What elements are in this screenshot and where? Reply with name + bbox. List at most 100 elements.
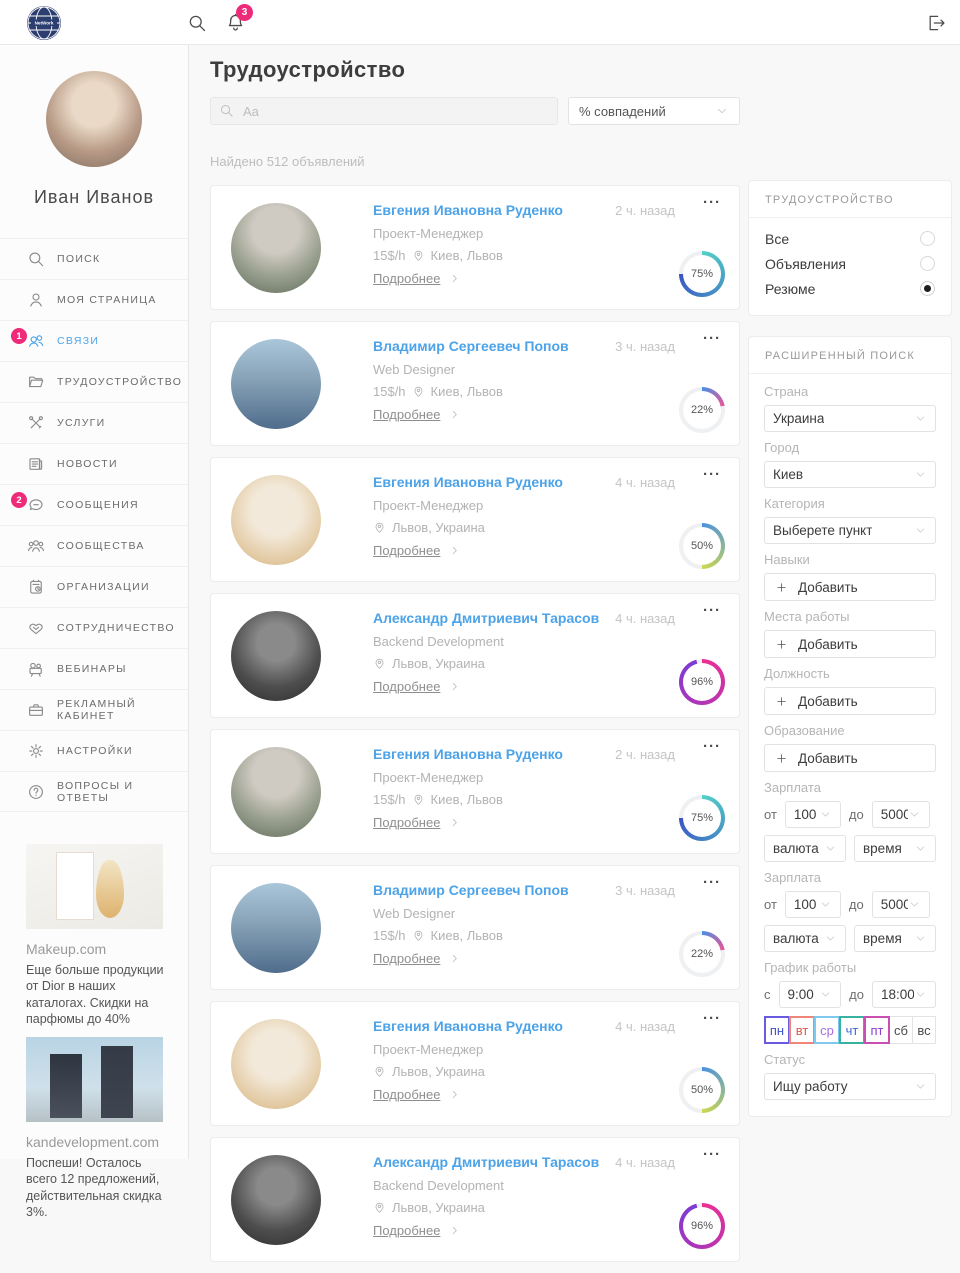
select[interactable]: Украина <box>764 405 936 432</box>
add-button[interactable]: Добавить <box>764 687 936 715</box>
ad-site-link[interactable]: Makeup.com <box>26 941 166 957</box>
sidebar-item-cooperation[interactable]: СОТРУДНИЧЕСТВО <box>0 607 188 648</box>
card-name-link[interactable]: Александр Дмитриевич Тарасов <box>373 610 599 626</box>
add-button[interactable]: Добавить <box>764 573 936 601</box>
radio-button[interactable] <box>920 256 935 271</box>
job-card: Евгения Ивановна РуденкоПроект-Менеджер1… <box>210 729 740 854</box>
select[interactable]: Киев <box>764 461 936 488</box>
details-label: Подробнее <box>373 543 440 558</box>
card-menu-dots[interactable]: ··· <box>703 330 721 347</box>
weekday-toggle-чт[interactable]: чт <box>839 1016 865 1044</box>
sidebar-item-faq[interactable]: ВОПРОСЫ И ОТВЕТЫ <box>0 771 188 812</box>
weekday-toggle-вс[interactable]: вс <box>912 1016 936 1044</box>
sidebar-item-organizations[interactable]: ОРГАНИЗАЦИИ <box>0 566 188 607</box>
card-menu-dots[interactable]: ··· <box>703 194 721 211</box>
card-avatar[interactable] <box>231 475 321 565</box>
select[interactable]: 9:00 <box>779 981 842 1008</box>
select[interactable]: валюта <box>764 925 846 952</box>
select[interactable]: время <box>854 925 936 952</box>
card-name-link[interactable]: Владимир Сергеевеч Попов <box>373 338 569 354</box>
topbar-search-icon[interactable] <box>187 13 207 33</box>
match-ring: 22% <box>679 387 725 433</box>
card-menu-dots[interactable]: ··· <box>703 602 721 619</box>
match-sort-select[interactable]: % совпадений <box>568 97 740 125</box>
add-button[interactable]: Добавить <box>764 630 936 658</box>
perfume-ad-image[interactable] <box>26 844 163 929</box>
select[interactable]: 100 <box>785 891 841 918</box>
profile-avatar[interactable] <box>46 71 142 167</box>
select-value: 18:00 <box>881 987 914 1002</box>
weekday-toggle-ср[interactable]: ср <box>814 1016 840 1044</box>
sidebar-item-label: НАСТРОЙКИ <box>57 745 133 757</box>
weekday-toggle-пн[interactable]: пн <box>764 1016 790 1044</box>
select[interactable]: 5000 <box>872 891 930 918</box>
select[interactable]: 100 <box>785 801 841 828</box>
logout-icon[interactable] <box>926 13 946 33</box>
weekday-toggle-сб[interactable]: сб <box>889 1016 913 1044</box>
card-menu-dots[interactable]: ··· <box>703 738 721 755</box>
card-details-link[interactable]: Подробнее <box>373 679 460 694</box>
card-menu-dots[interactable]: ··· <box>703 466 721 483</box>
sidebar-item-services[interactable]: УСЛУГИ <box>0 402 188 443</box>
filter-type-option[interactable]: Резюме <box>765 276 935 301</box>
buildings-ad-image[interactable] <box>26 1037 163 1122</box>
card-avatar[interactable] <box>231 1019 321 1109</box>
radio-button[interactable] <box>920 231 935 246</box>
card-avatar[interactable] <box>231 339 321 429</box>
filter-type-option[interactable]: Все <box>765 226 935 251</box>
match-ring: 96% <box>679 1203 725 1249</box>
card-details-link[interactable]: Подробнее <box>373 815 460 830</box>
filter-type-option[interactable]: Объявления <box>765 251 935 276</box>
card-details-link[interactable]: Подробнее <box>373 271 460 286</box>
card-avatar[interactable] <box>231 747 321 837</box>
card-avatar[interactable] <box>231 203 321 293</box>
sidebar-item-settings[interactable]: НАСТРОЙКИ <box>0 730 188 771</box>
card-menu-dots[interactable]: ··· <box>703 1146 721 1163</box>
add-button[interactable]: Добавить <box>764 744 936 772</box>
card-role: Web Designer <box>373 362 455 377</box>
card-details-link[interactable]: Подробнее <box>373 1087 460 1102</box>
card-details-link[interactable]: Подробнее <box>373 407 460 422</box>
sidebar-item-webinars[interactable]: ВЕБИНАРЫ <box>0 648 188 689</box>
select[interactable]: 18:00 <box>872 981 936 1008</box>
card-menu-dots[interactable]: ··· <box>703 874 721 891</box>
sidebar-item-news[interactable]: НОВОСТИ <box>0 443 188 484</box>
select[interactable]: 5000 <box>872 801 930 828</box>
card-name-link[interactable]: Евгения Ивановна Руденко <box>373 746 563 762</box>
svg-text:NetWork: NetWork <box>35 21 54 26</box>
sidebar-item-search[interactable]: ПОИСК <box>0 238 188 279</box>
card-name-link[interactable]: Александр Дмитриевич Тарасов <box>373 1154 599 1170</box>
case-icon <box>27 701 45 719</box>
card-name-link[interactable]: Владимир Сергеевеч Попов <box>373 882 569 898</box>
ad-site-link[interactable]: kandevelopment.com <box>26 1134 166 1150</box>
card-name-link[interactable]: Евгения Ивановна Руденко <box>373 202 563 218</box>
search-input[interactable] <box>210 97 558 125</box>
select-value: валюта <box>773 841 819 856</box>
card-avatar[interactable] <box>231 611 321 701</box>
sidebar-item-employment[interactable]: ТРУДОУСТРОЙСТВО <box>0 361 188 402</box>
chevron-down-icon <box>914 842 927 855</box>
card-avatar[interactable] <box>231 883 321 973</box>
card-details-link[interactable]: Подробнее <box>373 951 460 966</box>
card-menu-dots[interactable]: ··· <box>703 1010 721 1027</box>
chevron-right-icon <box>449 681 460 692</box>
sidebar-item-connections[interactable]: 1СВЯЗИ <box>0 320 188 361</box>
weekday-toggle-пт[interactable]: пт <box>864 1016 890 1044</box>
card-name-link[interactable]: Евгения Ивановна Руденко <box>373 1018 563 1034</box>
sidebar-item-communities[interactable]: СООБЩЕСТВА <box>0 525 188 566</box>
select[interactable]: время <box>854 835 936 862</box>
card-avatar[interactable] <box>231 1155 321 1245</box>
sidebar-item-my-page[interactable]: МОЯ СТРАНИЦА <box>0 279 188 320</box>
radio-button[interactable] <box>920 281 935 296</box>
notification-badge: 1 <box>11 328 27 344</box>
select[interactable]: Ищу работу <box>764 1073 936 1100</box>
card-name-link[interactable]: Евгения Ивановна Руденко <box>373 474 563 490</box>
weekday-toggle-вт[interactable]: вт <box>789 1016 815 1044</box>
network-logo-icon[interactable]: NetWork <box>26 5 62 41</box>
select[interactable]: Выберете пункт <box>764 517 936 544</box>
sidebar-item-ad-cabinet[interactable]: РЕКЛАМНЫЙ КАБИНЕТ <box>0 689 188 730</box>
card-details-link[interactable]: Подробнее <box>373 1223 460 1238</box>
select[interactable]: валюта <box>764 835 846 862</box>
sidebar-item-messages[interactable]: 2СООБЩЕНИЯ <box>0 484 188 525</box>
card-details-link[interactable]: Подробнее <box>373 543 460 558</box>
